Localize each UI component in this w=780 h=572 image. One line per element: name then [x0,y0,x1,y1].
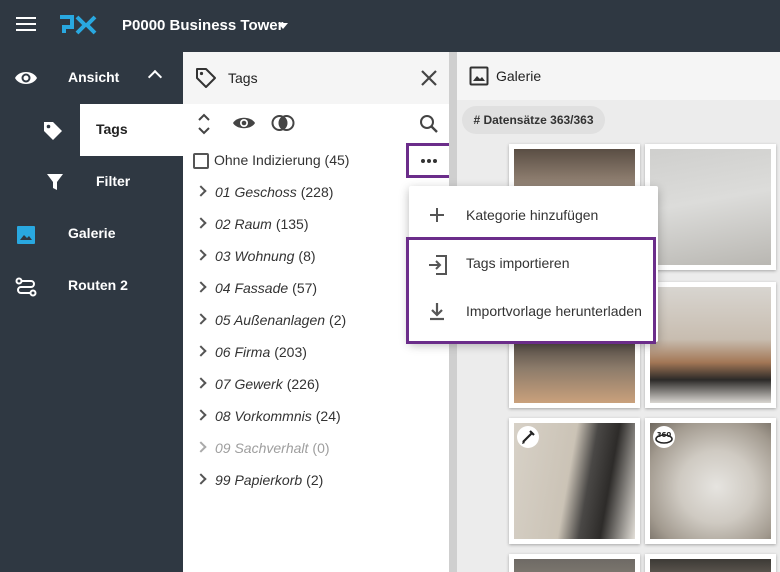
eye-icon [15,72,37,84]
sidebar-item-label: Galerie [68,225,116,241]
expand-collapse-icon[interactable] [197,113,211,135]
tag-name: 99 Papierkorb [215,472,303,488]
tag-count: (135) [275,216,309,232]
more-options-button[interactable] [406,143,452,178]
tag-count: (24) [315,408,341,424]
tag-name: 04 Fassade [215,280,289,296]
gallery-thumbnail[interactable] [645,144,776,270]
chevron-right-icon[interactable] [195,377,207,389]
panorama-360-icon: 360 [653,426,675,448]
tag-count: (228) [300,184,334,200]
tag-count: (203) [274,344,307,360]
download-icon [430,303,444,321]
sidebar-item-label: Tags [96,121,128,137]
sidebar-item-routen[interactable]: Routen 2 [0,260,183,312]
records-count-chip[interactable]: # Datensätze 363/363 [462,106,605,134]
photo [650,287,771,403]
sidebar-item-galerie[interactable]: Galerie [0,208,183,260]
search-icon[interactable] [419,114,439,134]
sidebar-item-ansicht[interactable]: Ansicht [0,52,183,104]
sidebar-item-tags[interactable]: Tags [0,104,183,156]
caret-down-icon[interactable] [278,23,288,29]
tag-count: (57) [292,280,318,296]
sidebar-item-label: Ansicht [68,69,120,85]
tag-name: 02 Raum [215,216,272,232]
tag-category-row[interactable]: 07 Gewerk (226) [183,368,449,400]
sidebar-item-filter[interactable]: Filter [0,156,183,208]
menu-icon[interactable] [16,16,36,32]
chevron-right-icon[interactable] [195,249,207,261]
menu-item-import-tags[interactable]: Tags importieren [409,240,658,288]
photo [650,559,771,572]
tag-name: 05 Außenanlagen [215,312,326,328]
gallery-thumbnail[interactable]: 360 [645,418,776,544]
tag-count: (2) [306,472,324,488]
tag-icon [44,122,62,140]
panel-title: Tags [228,70,258,86]
untagged-checkbox[interactable] [193,153,209,169]
sidebar-item-label: Routen 2 [68,277,128,293]
chevron-right-icon[interactable] [195,345,207,357]
chevron-right-icon[interactable] [195,473,207,485]
untagged-label: Ohne Indizierung (45) [214,152,350,168]
gallery-thumbnail[interactable] [645,554,776,572]
close-icon[interactable] [419,68,439,88]
chevron-right-icon[interactable] [195,281,207,293]
gallery-header: Galerie [457,52,780,100]
chevron-right-icon[interactable] [195,185,207,197]
eye-icon[interactable] [232,115,256,131]
plus-icon [430,208,444,222]
tag-outline-icon [196,68,216,88]
sidebar: Ansicht Tags Filter Galerie Routen 2 [0,52,183,572]
photo [650,149,771,265]
tag-name: 07 Gewerk [215,376,283,392]
gallery-title: Galerie [496,68,542,84]
app-header: P0000 Business Tower [0,0,780,52]
tag-count: (226) [286,376,320,392]
panel-header: Tags [183,52,449,104]
context-menu: Kategorie hinzufügen Tags importieren Im… [409,186,658,342]
tag-count: (2) [329,312,347,328]
project-selector[interactable]: P0000 Business Tower [122,17,283,34]
tag-name: 01 Geschoss [215,184,297,200]
tag-category-row[interactable]: 99 Papierkorb (2) [183,464,449,496]
menu-item-label: Tags importieren [466,255,570,271]
route-icon [15,277,37,297]
gallery-thumbnail[interactable] [645,282,776,408]
chevron-right-icon[interactable] [195,313,207,325]
filter-icon [47,174,63,190]
image-icon [17,226,35,244]
px-logo[interactable] [58,14,98,36]
import-icon [429,255,447,275]
menu-item-add-category[interactable]: Kategorie hinzufügen [409,192,658,240]
tag-count: (8) [298,248,316,264]
sidebar-item-label: Filter [96,173,131,189]
gallery-thumbnail[interactable] [509,418,640,544]
photo [514,559,635,572]
tag-name: 09 Sachverhalt [215,440,309,456]
tag-category-row[interactable]: 09 Sachverhalt (0) [183,432,449,464]
menu-item-label: Importvorlage herunterladen [466,303,642,319]
image-icon [469,66,489,86]
tag-name: 03 Wohnung [215,248,295,264]
tag-count: (0) [312,440,330,456]
svg-text:360: 360 [657,431,672,439]
intersection-icon[interactable] [271,114,295,132]
chevron-right-icon[interactable] [195,441,207,453]
annotation-icon [517,426,539,448]
menu-item-label: Kategorie hinzufügen [466,207,599,223]
tag-category-row[interactable]: 08 Vorkommnis (24) [183,400,449,432]
menu-item-download-template[interactable]: Importvorlage herunterladen [409,288,658,336]
chevron-right-icon[interactable] [195,409,207,421]
chevron-up-icon[interactable] [147,69,163,85]
chevron-right-icon[interactable] [195,217,207,229]
tag-name: 06 Firma [215,344,271,360]
gallery-thumbnail[interactable] [509,554,640,572]
tag-name: 08 Vorkommnis [215,408,312,424]
